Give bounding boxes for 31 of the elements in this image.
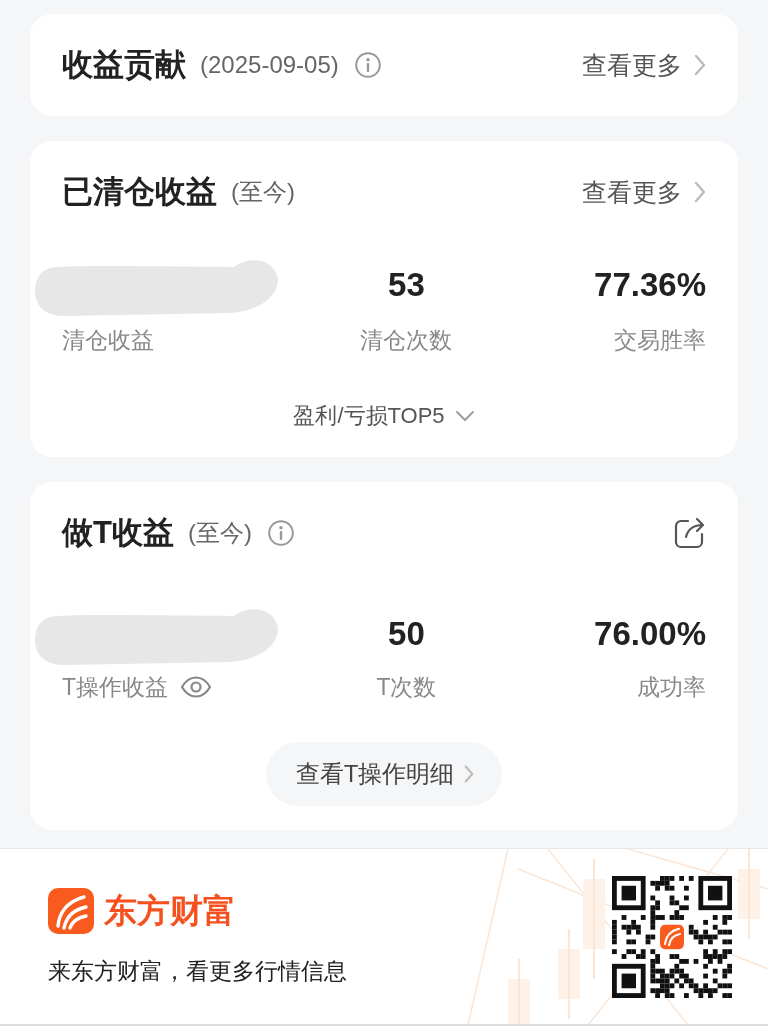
chevron-right-icon xyxy=(694,181,706,203)
view-more-link[interactable]: 查看更多 xyxy=(582,47,706,83)
eye-icon[interactable] xyxy=(180,676,213,698)
stat-label: 成功率 xyxy=(637,673,706,702)
chevron-right-icon xyxy=(464,764,475,784)
stat-value: 76.00% xyxy=(594,614,706,654)
stat-label: 交易胜率 xyxy=(614,326,706,355)
tagline: 来东方财富，看更多行情信息 xyxy=(48,956,347,986)
stat-label: 清仓次数 xyxy=(360,326,453,355)
card-subtitle: (2025-09-05) xyxy=(200,50,339,80)
brand-name: 东方财富 xyxy=(104,890,236,931)
stat-value: 53 xyxy=(388,265,425,305)
info-icon[interactable] xyxy=(354,52,381,78)
chevron-right-icon xyxy=(694,54,706,76)
card-subtitle: (至今) xyxy=(231,177,295,207)
card-title: 收益贡献 xyxy=(62,46,186,84)
card-title: 做T收益 xyxy=(62,514,174,552)
stat-value: 77.36% xyxy=(594,265,706,305)
stat-label: T操作收益 xyxy=(62,673,169,702)
app-logo-icon xyxy=(658,922,686,951)
stat-label: 清仓收益 xyxy=(62,326,154,355)
stat-label: T次数 xyxy=(376,673,437,702)
share-icon[interactable] xyxy=(674,517,706,549)
view-more-link[interactable]: 查看更多 xyxy=(582,174,706,210)
top5-toggle[interactable]: 盈利/亏损TOP5 xyxy=(293,401,475,431)
info-icon[interactable] xyxy=(267,520,294,546)
app-logo-icon xyxy=(48,887,94,934)
stat-value: 50 xyxy=(388,614,425,654)
details-button[interactable]: 查看T操作明细 xyxy=(265,742,503,806)
card-title: 已清仓收益 xyxy=(62,173,217,211)
card-subtitle: (至今) xyxy=(187,518,252,548)
